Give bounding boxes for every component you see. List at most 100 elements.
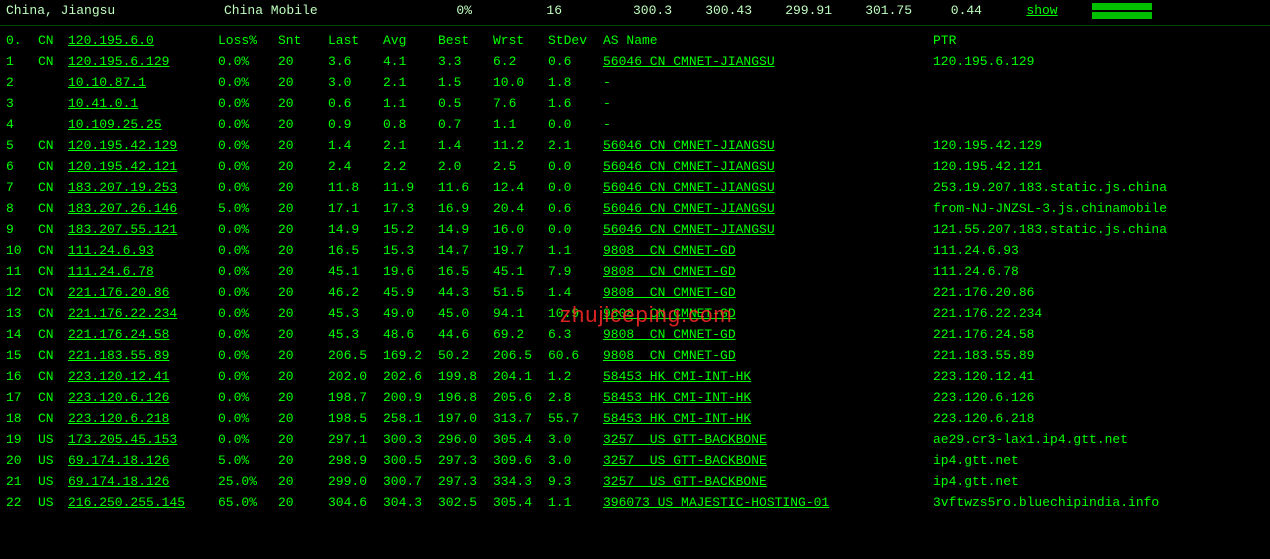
asn-name: - (603, 72, 933, 93)
stdev-ms: 2.8 (548, 387, 603, 408)
hdr-last: Last (328, 30, 383, 51)
ptr-name: 111.24.6.78 (933, 261, 1270, 282)
wrst-ms: 16.0 (493, 219, 548, 240)
table-row: 5CN120.195.42.1290.0%201.42.11.411.22.15… (0, 135, 1270, 156)
wrst-ms: 313.7 (493, 408, 548, 429)
table-row: 1CN120.195.6.1290.0%203.64.13.36.20.6560… (0, 51, 1270, 72)
avg-ms: 17.3 (383, 198, 438, 219)
best-ms: 296.0 (438, 429, 493, 450)
avg-ms: 202.6 (383, 366, 438, 387)
table-row: 13CN221.176.22.2340.0%2045.349.045.094.1… (0, 303, 1270, 324)
loss-pct: 5.0% (218, 198, 278, 219)
loss-pct: 0.0% (218, 114, 278, 135)
sent: 20 (278, 93, 328, 114)
wrst-ms: 2.5 (493, 156, 548, 177)
best-ms: 197.0 (438, 408, 493, 429)
best-ms: 299.91 (762, 0, 842, 21)
ptr-name: ae29.cr3-lax1.ip4.gtt.net (933, 429, 1270, 450)
country-code: CN (38, 240, 68, 261)
best-ms: 16.5 (438, 261, 493, 282)
stdev-ms: 0.0 (548, 219, 603, 240)
best-ms: 1.5 (438, 72, 493, 93)
avg-ms: 2.1 (383, 72, 438, 93)
table-row: 21US69.174.18.12625.0%20299.0300.7297.33… (0, 471, 1270, 492)
sent: 20 (278, 324, 328, 345)
ip-address: 183.207.55.121 (68, 219, 218, 240)
wrst-ms: 301.75 (842, 0, 922, 21)
table-row: 16CN223.120.12.410.0%20202.0202.6199.820… (0, 366, 1270, 387)
last-ms: 3.6 (328, 51, 383, 72)
last-ms: 0.6 (328, 93, 383, 114)
ptr-name: 223.120.12.41 (933, 366, 1270, 387)
loss-pct: 0.0% (218, 156, 278, 177)
sent: 20 (278, 387, 328, 408)
best-ms: 11.6 (438, 177, 493, 198)
ip-address: 10.41.0.1 (68, 93, 218, 114)
best-ms: 16.9 (438, 198, 493, 219)
avg-ms: 1.1 (383, 93, 438, 114)
wrst-ms: 6.2 (493, 51, 548, 72)
sent: 20 (278, 345, 328, 366)
sent: 20 (278, 219, 328, 240)
ptr-name: 120.195.42.129 (933, 135, 1270, 156)
asn-name: 9808 CN CMNET-GD (603, 324, 933, 345)
loss-pct: 0.0% (218, 135, 278, 156)
table-row: 210.10.87.10.0%203.02.11.510.01.8- (0, 72, 1270, 93)
best-ms: 45.0 (438, 303, 493, 324)
last-ms: 45.3 (328, 303, 383, 324)
show-link[interactable]: show (1002, 0, 1082, 21)
best-ms: 302.5 (438, 492, 493, 513)
wrst-ms: 19.7 (493, 240, 548, 261)
avg-ms: 15.3 (383, 240, 438, 261)
last-ms: 198.7 (328, 387, 383, 408)
last-ms: 298.9 (328, 450, 383, 471)
sent: 20 (278, 366, 328, 387)
ptr-name: 120.195.42.121 (933, 156, 1270, 177)
loss-pct: 0.0% (218, 324, 278, 345)
country-code: CN (38, 219, 68, 240)
ip-address: 69.174.18.126 (68, 450, 218, 471)
ptr-name: 111.24.6.93 (933, 240, 1270, 261)
sent: 20 (278, 240, 328, 261)
wrst-ms: 1.1 (493, 114, 548, 135)
hop-index: 5 (0, 135, 38, 156)
table-row: 310.41.0.10.0%200.61.10.57.61.6- (0, 93, 1270, 114)
wrst-ms: 309.6 (493, 450, 548, 471)
last-ms: 299.0 (328, 471, 383, 492)
hop-index: 9 (0, 219, 38, 240)
asn-name: 9808 CN CMNET-GD (603, 261, 933, 282)
avg-ms: 300.3 (383, 429, 438, 450)
avg-ms: 19.6 (383, 261, 438, 282)
avg-ms: 300.5 (383, 450, 438, 471)
asn-name: 3257 US GTT-BACKBONE (603, 429, 933, 450)
loss-pct: 0.0% (218, 93, 278, 114)
wrst-ms: 204.1 (493, 366, 548, 387)
last-ms: 300.3 (582, 0, 682, 21)
hop-index: 15 (0, 345, 38, 366)
table-row: 7CN183.207.19.2530.0%2011.811.911.612.40… (0, 177, 1270, 198)
asn-name: 3257 US GTT-BACKBONE (603, 471, 933, 492)
loss-pct: 0.0% (218, 282, 278, 303)
ip-address: 111.24.6.78 (68, 261, 218, 282)
best-ms: 0.7 (438, 114, 493, 135)
sent: 20 (278, 450, 328, 471)
signal-bars (1082, 0, 1270, 21)
loss-pct: 0.0% (218, 366, 278, 387)
last-ms: 3.0 (328, 72, 383, 93)
ip-address: 223.120.6.218 (68, 408, 218, 429)
loss-pct: 0.0% (218, 240, 278, 261)
stdev-ms: 55.7 (548, 408, 603, 429)
hop-index: 14 (0, 324, 38, 345)
hop-index: 21 (0, 471, 38, 492)
ptr-name: 223.120.6.126 (933, 387, 1270, 408)
hop-index: 22 (0, 492, 38, 513)
last-ms: 45.3 (328, 324, 383, 345)
sent-count: 16 (502, 0, 582, 21)
loss-pct: 0.0% (218, 219, 278, 240)
hdr-asn: AS Name (603, 30, 933, 51)
stdev-ms: 1.1 (548, 492, 603, 513)
ip-address: 221.183.55.89 (68, 345, 218, 366)
ptr-name (933, 114, 1270, 135)
avg-ms: 11.9 (383, 177, 438, 198)
best-ms: 3.3 (438, 51, 493, 72)
